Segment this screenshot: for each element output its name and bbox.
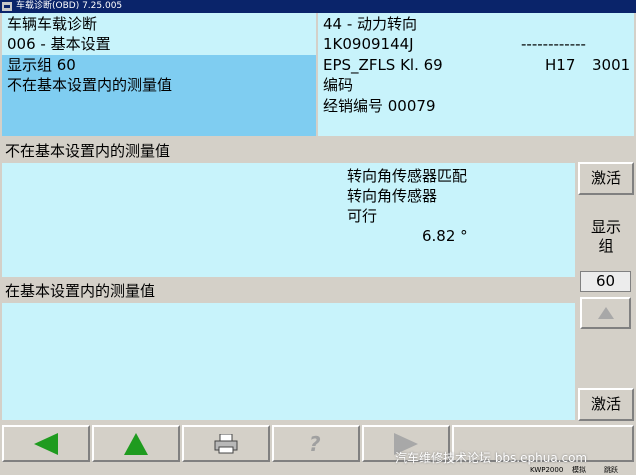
group-caption-line1: 显示 xyxy=(590,218,621,236)
component-version: H17 xyxy=(545,56,576,74)
group-up-button[interactable] xyxy=(580,297,631,329)
print-icon xyxy=(214,433,238,453)
up-button[interactable] xyxy=(92,425,180,462)
measure-values-panel: 转向角传感器匹配 转向角传感器 可行 6.82 ° xyxy=(2,163,575,277)
section-title-not-basic: 不在基本设置内的测量值 xyxy=(0,141,576,163)
jump-status: 跳跃 xyxy=(604,466,618,474)
up-triangle-icon xyxy=(598,307,614,319)
component-name: EPS_ZFLS Kl. 69 xyxy=(323,56,443,74)
help-icon: ? xyxy=(309,433,321,455)
dealer-number: 经销编号 00079 xyxy=(323,97,436,115)
status-bar: KWP2000 模拟 跳跃 xyxy=(0,465,636,475)
activate-button-bottom[interactable]: 激活 xyxy=(578,388,634,421)
activate-button-top[interactable]: 激活 xyxy=(578,162,634,195)
coding-label: 编码 xyxy=(323,76,354,94)
measure-value-3: 可行 xyxy=(347,207,378,225)
display-group-label: 显示组 60 xyxy=(7,56,76,74)
app-menu-icon[interactable] xyxy=(2,2,12,11)
window-title: 车载诊断(OBD) 7.25.005 xyxy=(16,1,123,11)
window-title-bar: 车载诊断(OBD) 7.25.005 xyxy=(0,0,636,13)
basic-setting-values-panel xyxy=(2,303,575,420)
diagnosis-title: 车辆车载诊断 xyxy=(7,15,98,33)
watermark: 汽车维修技术论坛 bbs.ephua.com xyxy=(395,451,588,465)
software-number: 3001 xyxy=(592,56,631,74)
part-number: 1K0909144J xyxy=(323,35,414,53)
back-arrow-icon xyxy=(34,432,58,455)
group-caption-line2: 组 xyxy=(598,237,614,255)
simulation-status: 模拟 xyxy=(572,466,586,474)
function-label: 006 - 基本设置 xyxy=(7,35,111,53)
measure-value-2: 转向角传感器 xyxy=(347,187,438,205)
measure-value-4: 6.82 ° xyxy=(422,227,468,245)
svg-text:?: ? xyxy=(309,433,321,455)
measure-value-1: 转向角传感器匹配 xyxy=(347,167,468,185)
help-button[interactable]: ? xyxy=(272,425,360,462)
measure-mode-label: 不在基本设置内的测量值 xyxy=(7,76,173,94)
group-number-field[interactable]: 60 xyxy=(580,271,631,292)
display-group-caption: 显示 组 xyxy=(578,218,634,260)
protocol-status: KWP2000 xyxy=(530,466,564,474)
part-dashes: ------------ xyxy=(521,35,586,53)
back-button[interactable] xyxy=(2,425,90,462)
up-arrow-icon xyxy=(124,432,148,455)
section-title-basic: 在基本设置内的测量值 xyxy=(0,281,576,303)
print-button[interactable] xyxy=(182,425,270,462)
controller-name: 44 - 动力转向 xyxy=(323,15,418,33)
